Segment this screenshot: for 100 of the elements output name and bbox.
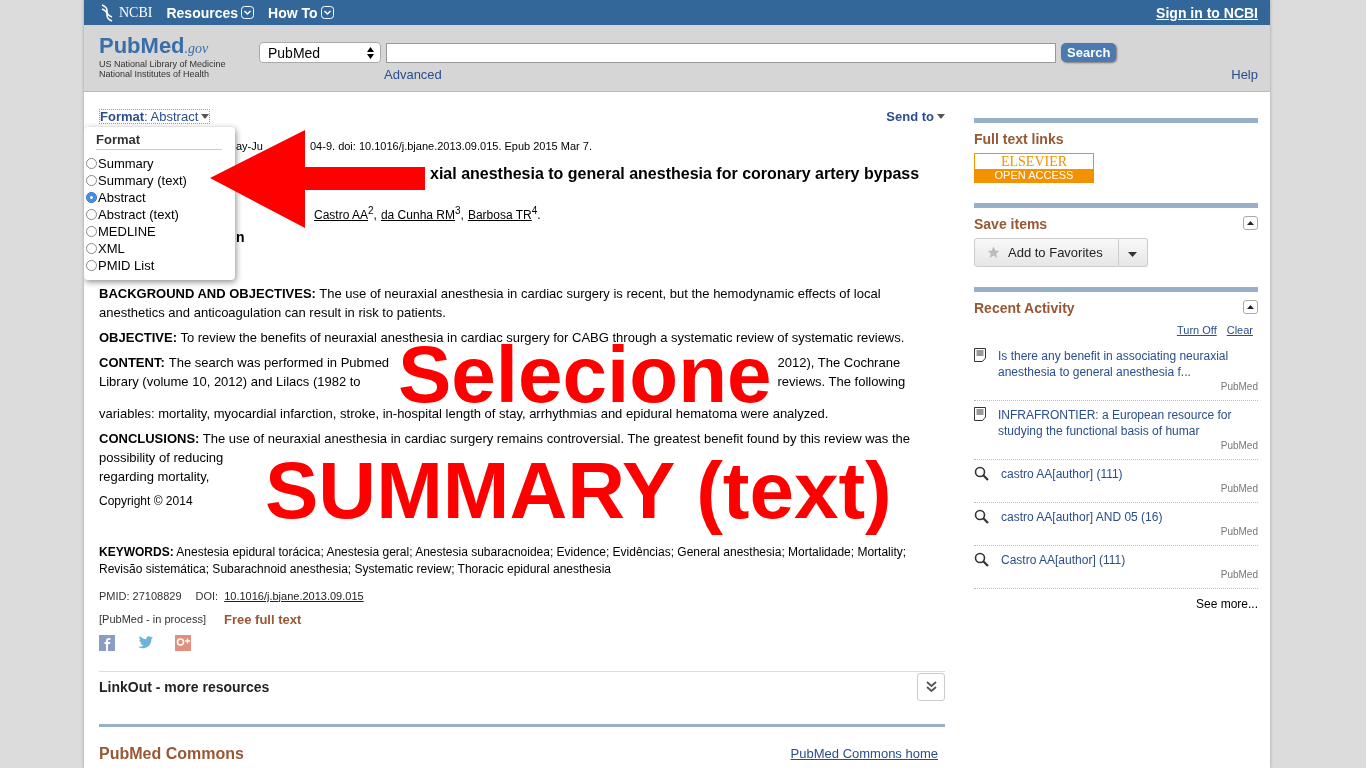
separator: . xyxy=(537,208,541,222)
citation-text: ay-Ju xyxy=(235,139,264,153)
section-title[interactable]: LinkOut - more resources xyxy=(99,678,270,695)
article-title: xial anesthesia to general anesthesia for coronary artery bypass xyxy=(430,164,921,184)
radio-button[interactable] xyxy=(86,209,97,220)
bird-icon[interactable] xyxy=(137,636,153,650)
triangle-icon xyxy=(1247,305,1254,309)
section-title: Save items xyxy=(974,216,1048,232)
updown-icon xyxy=(367,46,374,59)
radio-button[interactable] xyxy=(86,260,97,271)
doi-label: DOI: xyxy=(195,589,219,602)
send-to-dropdown[interactable]: Send to xyxy=(886,109,945,124)
author-link[interactable]: Castro AA xyxy=(314,208,369,222)
abstract-text: variables: mortality, myocardial infarction, stroke, in-hospital length of stay, arrhythmias and epidural hematoma were analyzed. xyxy=(99,405,830,424)
pmid-text: PMID: 27108829 xyxy=(99,589,182,602)
database-select[interactable]: PubMed xyxy=(259,42,381,63)
abstract-text: possibility of reducing xyxy=(99,449,225,468)
triangle-icon xyxy=(1247,221,1254,225)
section-title: PubMed Commons xyxy=(99,744,244,763)
see-more-link[interactable]: See more... xyxy=(1195,597,1258,611)
format-option[interactable]: Abstract xyxy=(86,189,146,206)
caret-icon xyxy=(241,6,255,19)
author-link[interactable]: da Cunha RM xyxy=(380,208,455,222)
f-icon[interactable] xyxy=(99,634,115,651)
abstract-paragraph: OBJECTIVE: To review the benefits of neuraxial anesthesia in cardiac surgery for CABG through a systematic review of systematic reviews. xyxy=(99,329,906,345)
collapse-button[interactable] xyxy=(1243,216,1258,230)
abstract-text: CONCLUSIONS: The use of neuraxial anesthesia in cardiac surgery remains controversial. The greatest benefit found by this review was the xyxy=(99,430,911,449)
add-to-favorites-button[interactable]: Add to Favorites xyxy=(974,238,1119,267)
search-icon xyxy=(974,552,989,567)
radio-button[interactable] xyxy=(86,158,97,169)
abstract-text: regarding mortality, xyxy=(99,468,211,487)
recent-activity-link[interactable]: Is there any benefit in associating neuraxial anesthesia to general anesthesia f... xyxy=(998,348,1234,380)
source-label: PubMed xyxy=(1220,525,1258,539)
author-link[interactable]: Barbosa TR xyxy=(467,208,532,222)
format-option[interactable]: Abstract (text) xyxy=(86,206,179,223)
search-field[interactable] xyxy=(386,42,1056,63)
search-icon xyxy=(974,466,989,481)
keywords-text: KEYWORDS: Anestesia epidural torácica; Anestesia geral; Anestesia subaracnoidea; Evidence; Evidências; General anesthesia; Mortalidade; Mortality; Revisão sistemática; Subarachnoid anesthesia; Systematic review; Thoracic epidural anesthesia xyxy=(99,543,908,578)
recent-activity-link[interactable]: Castro AA[author] (111) xyxy=(1001,552,1237,568)
copyright-text: Copyright © 2014 xyxy=(99,493,194,511)
caret-icon xyxy=(201,114,210,119)
help-link[interactable]: Help xyxy=(1231,67,1258,82)
author-information-text[interactable]: n xyxy=(236,229,945,245)
source-label: PubMed xyxy=(1220,380,1258,394)
ncbi-logo-text[interactable]: NCBI xyxy=(119,4,153,21)
recent-activity-link[interactable]: castro AA[author] AND 05 (16) xyxy=(1001,509,1237,525)
separator: , xyxy=(373,208,377,222)
turn-off-link[interactable]: Turn Off xyxy=(1176,324,1217,336)
collapse-button[interactable] xyxy=(1243,300,1258,314)
clear-link[interactable]: Clear xyxy=(1226,324,1253,336)
menu-title: Format xyxy=(96,132,222,150)
organization-name: US National Library of Medicine xyxy=(99,59,227,69)
status-text: [PubMed - in process] xyxy=(99,613,206,626)
format-option[interactable]: PMID List xyxy=(86,257,155,274)
sign-in-link[interactable]: Sign in to NCBI xyxy=(1156,4,1258,21)
menu-button[interactable]: Resources xyxy=(166,4,255,21)
format-option[interactable]: MEDLINE xyxy=(86,223,156,240)
format-option[interactable]: XML xyxy=(86,240,125,257)
abstract-text: reviews. The following xyxy=(776,373,907,391)
source-label: PubMed xyxy=(1220,568,1258,582)
affiliation-number: 2 xyxy=(368,205,374,216)
plus-square-icon[interactable] xyxy=(175,634,191,651)
caret-icon xyxy=(937,114,945,119)
recent-activity-link[interactable]: INFRAFRONTIER: a European resource for studying the functional basis of humar xyxy=(998,407,1234,439)
advanced-link[interactable]: Advanced xyxy=(384,67,442,82)
menu-button[interactable]: How To xyxy=(268,4,334,21)
format-option[interactable]: Summary xyxy=(86,155,154,172)
section-title: Recent Activity xyxy=(974,300,1075,316)
organization-name: National Institutes of Health xyxy=(99,69,211,79)
logo-suffix: .gov xyxy=(184,41,209,57)
affiliation-number: 4 xyxy=(531,205,538,216)
annotation-text: SUMMARY (text) xyxy=(265,446,892,536)
dropdown-button[interactable] xyxy=(1118,238,1148,267)
free-full-text-link[interactable]: Free full text xyxy=(224,611,302,627)
commons-home-link[interactable]: PubMed Commons home xyxy=(790,746,938,762)
radio-button[interactable] xyxy=(86,192,97,203)
helix-icon xyxy=(99,3,115,22)
document-icon xyxy=(974,348,986,362)
format-option[interactable]: Summary (text) xyxy=(86,172,187,189)
radio-button[interactable] xyxy=(86,175,97,186)
double-chevron-icon xyxy=(925,681,937,693)
annotation-text: Selecione xyxy=(398,345,772,405)
expand-button[interactable] xyxy=(917,672,945,701)
star-icon xyxy=(987,246,1000,259)
separator: , xyxy=(460,208,464,222)
abstract-text: Library (volume 10, 2012) and Lilacs (1982 to xyxy=(99,373,362,391)
abstract-paragraph: BACKGROUND AND OBJECTIVES: The use of neuraxial anesthesia in cardiac surgery is recent, but the hemodynamic effects of local anesthetics and anticoagulation can result in risk to patients. xyxy=(99,285,882,322)
caret-icon xyxy=(320,6,334,19)
source-label: PubMed xyxy=(1220,482,1258,496)
radio-button[interactable] xyxy=(86,226,97,237)
search-button[interactable]: Search xyxy=(1061,43,1117,62)
doi-link[interactable]: 10.1016/j.bjane.2013.09.015 xyxy=(224,589,364,602)
document-icon xyxy=(974,407,986,421)
section-title: Full text links xyxy=(974,131,1065,147)
recent-activity-link[interactable]: castro AA[author] (111) xyxy=(1001,466,1237,482)
format-dropdown[interactable]: Format: Abstract xyxy=(99,109,211,124)
radio-button[interactable] xyxy=(86,243,97,254)
source-label: PubMed xyxy=(1220,439,1258,453)
abstract-text: CONTENT: The search was performed in Pubmed xyxy=(99,354,391,372)
pubmed-logo-text[interactable]: PubMed xyxy=(99,33,185,59)
